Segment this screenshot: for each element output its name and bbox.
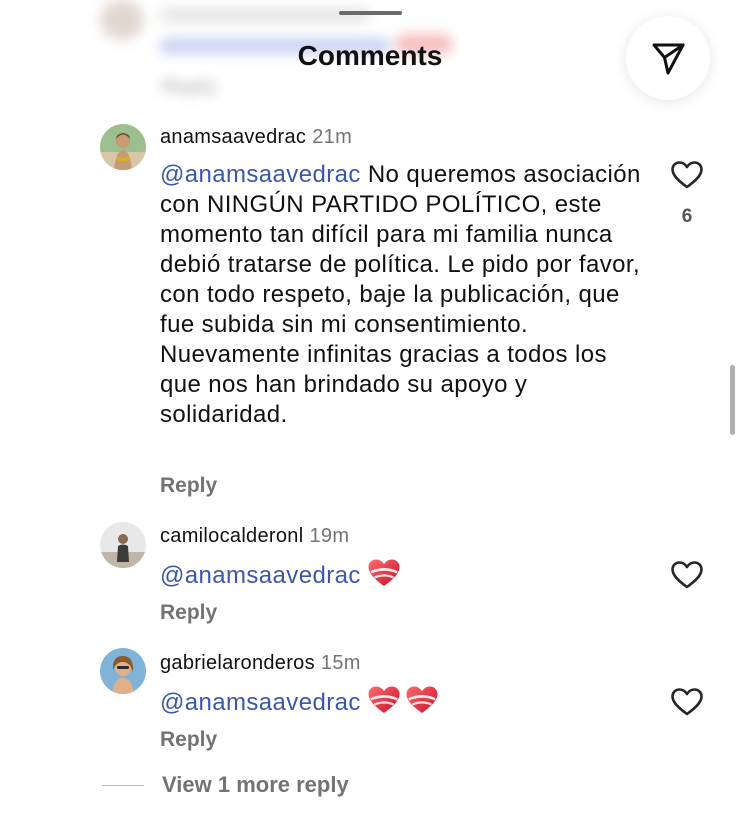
heart-emoji-icon [367,685,401,715]
comment-header: anamsaavedrac 21m [160,126,352,149]
timestamp: 15m [320,652,361,674]
mention-link[interactable]: @anamsaavedrac [160,562,361,589]
drag-handle[interactable] [339,11,402,15]
comment-text: @anamsaavedrac [160,685,650,718]
like-button[interactable] [670,160,704,190]
timestamp: 19m [309,525,350,547]
heart-outline-icon [670,560,704,590]
comments-sheet: Reply Comments anamsaavedrac 21m @anamsaa… [0,0,740,824]
username[interactable]: camilocalderonl [160,525,303,547]
heart-outline-icon [670,687,704,717]
username[interactable]: anamsaavedrac [160,126,306,148]
comment-text: @anamsaavedrac [160,558,650,591]
reply-link[interactable]: Reply [160,474,217,498]
comment-body: No queremos asociación con NINGÚN PARTID… [160,161,641,428]
scrollbar[interactable] [730,365,735,435]
view-more-replies-label[interactable]: View 1 more reply [162,772,349,798]
mention-link[interactable]: @anamsaavedrac [160,689,361,716]
share-button[interactable] [626,16,710,100]
like-count[interactable]: 6 [670,206,704,228]
like-button[interactable] [670,560,704,590]
reply-link[interactable]: Reply [162,76,216,99]
reply-link[interactable]: Reply [160,728,217,752]
mention-link[interactable]: @anamsaavedrac [160,161,361,188]
heart-outline-icon [670,160,704,190]
avatar[interactable] [100,648,146,694]
blurred-username [160,8,370,22]
comment-header: camilocalderonl 19m [160,525,349,548]
heart-emoji-icon [367,558,401,588]
comment-text: @anamsaavedrac No queremos asociación co… [160,160,650,430]
avatar[interactable] [100,522,146,568]
username[interactable]: gabrielaronderos [160,652,315,674]
send-icon [652,43,685,75]
timestamp: 21m [312,126,353,148]
like-button[interactable] [670,687,704,717]
reply-link[interactable]: Reply [160,601,217,625]
comment-header: gabrielaronderos 15m [160,652,361,675]
divider [102,785,144,786]
avatar[interactable] [100,124,146,170]
avatar [100,0,144,40]
heart-emoji-icon [405,685,439,715]
